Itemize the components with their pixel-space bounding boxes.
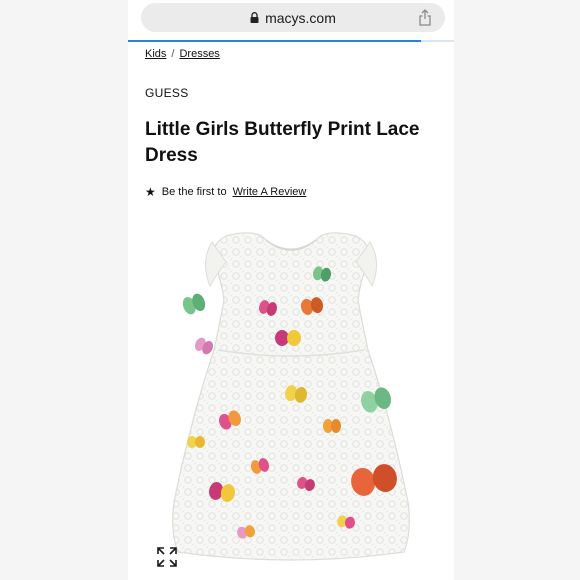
- breadcrumb-separator: /: [171, 48, 175, 60]
- write-review-link[interactable]: Write A Review: [233, 186, 307, 198]
- url-text: macys.com: [265, 9, 336, 26]
- review-prefix: Be the first to: [161, 186, 227, 198]
- mobile-browser: macys.com Kids / Dresses GUESS Little Gi…: [128, 0, 454, 580]
- left-margin: [0, 0, 128, 580]
- page-load-progress-fill: [128, 40, 422, 42]
- review-prompt: ★ Be the first to Write A Review: [145, 185, 306, 199]
- breadcrumb-kids[interactable]: Kids: [145, 48, 166, 60]
- right-margin: [454, 0, 580, 580]
- product-image[interactable]: [146, 222, 436, 562]
- page-load-progress: [128, 40, 454, 42]
- address-bar[interactable]: macys.com: [141, 3, 445, 32]
- product-title: Little Girls Butterfly Print Lace Dress: [145, 119, 420, 166]
- address-bar-content: macys.com: [141, 3, 445, 32]
- product-brand[interactable]: GUESS: [145, 86, 189, 100]
- breadcrumb: Kids / Dresses: [145, 48, 220, 60]
- star-icon: ★: [145, 185, 156, 199]
- share-icon[interactable]: [418, 9, 432, 26]
- breadcrumb-dresses[interactable]: Dresses: [179, 48, 219, 60]
- expand-icon[interactable]: [156, 546, 178, 568]
- lock-icon: [250, 12, 259, 23]
